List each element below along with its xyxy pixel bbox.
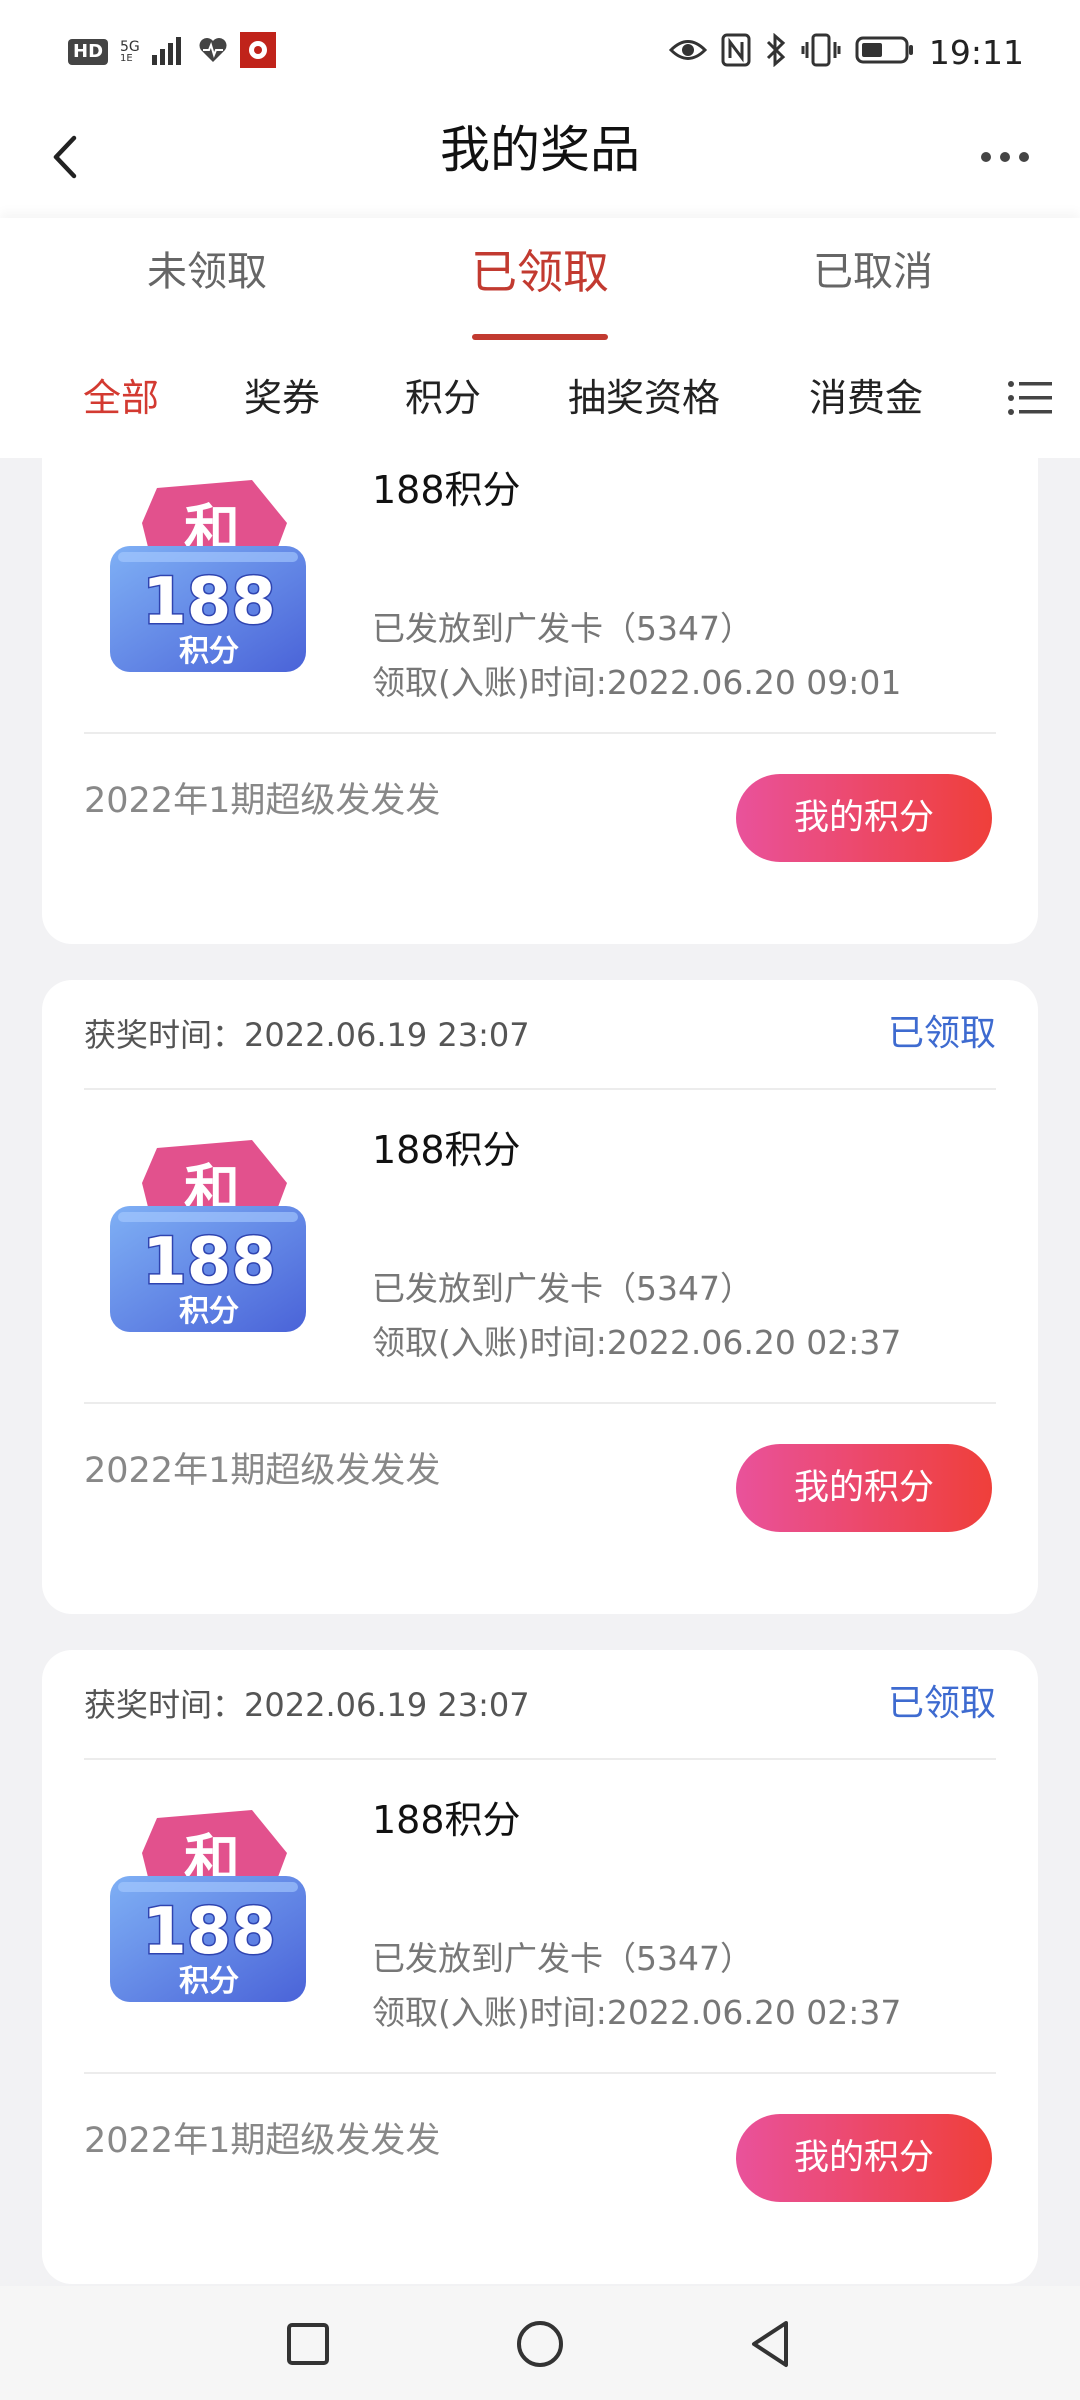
- svg-text:188: 188: [142, 1225, 276, 1299]
- status-bar: HD 5G 1E 19:11: [0, 0, 1080, 100]
- status-time: 19:11: [928, 32, 1024, 72]
- category-points[interactable]: 积分: [405, 368, 481, 428]
- svg-text:188: 188: [142, 565, 276, 639]
- status-tabs: 未领取 已领取 已取消: [0, 218, 1080, 344]
- delivery-info: 已发放到广发卡（5347）: [372, 609, 753, 648]
- claim-status: 已领取: [887, 1683, 996, 1724]
- vibrate-icon: [801, 33, 841, 71]
- svg-text:188: 188: [142, 1895, 276, 1969]
- nfc-icon: [721, 33, 751, 71]
- prize-list[interactable]: 和 188 积分 188积分 已发放到广发卡（5347） 领取(入账)时间:20…: [0, 458, 1080, 2286]
- my-points-button[interactable]: 我的积分: [736, 774, 992, 862]
- system-nav-bar: [0, 2286, 1080, 2400]
- network-sub: 1E: [120, 53, 133, 64]
- system-back-button[interactable]: [740, 2314, 800, 2374]
- prize-card: 和 188 积分 188积分 已发放到广发卡（5347） 领取(入账)时间:20…: [42, 458, 1038, 944]
- more-button[interactable]: [970, 122, 1040, 192]
- category-consumption-fund[interactable]: 消费金: [809, 368, 923, 428]
- heartbeat-icon: [198, 36, 228, 68]
- tab-claimed[interactable]: 已领取: [471, 242, 609, 302]
- status-right: 19:11: [668, 28, 1024, 76]
- campaign-name: 2022年1期超级发发发: [84, 781, 441, 821]
- claim-time: 领取(入账)时间:2022.06.20 02:37: [372, 1993, 902, 2032]
- app-notification-icon: [239, 32, 276, 72]
- list-menu-icon: [1008, 381, 1052, 415]
- points-badge-image: 和 188 积分: [102, 1128, 312, 1348]
- signal-icon: [151, 35, 186, 69]
- points-badge-image: 和 188 积分: [102, 468, 312, 688]
- claim-time: 领取(入账)时间:2022.06.20 02:37: [372, 1323, 902, 1362]
- my-points-button[interactable]: 我的积分: [736, 2114, 992, 2202]
- card-divider: [84, 2072, 996, 2074]
- svg-text:积分: 积分: [179, 634, 239, 669]
- tab-unclaimed[interactable]: 未领取: [147, 242, 267, 302]
- category-tabs: 全部 奖券 积分 抽奖资格 消费金: [0, 344, 1080, 458]
- circle-icon: [517, 2321, 563, 2367]
- category-all[interactable]: 全部: [83, 368, 159, 428]
- card-header: 获奖时间：2022.06.19 23:07 已领取: [84, 980, 996, 1090]
- active-tab-indicator: [472, 334, 608, 340]
- triangle-back-icon: [752, 2321, 788, 2367]
- prize-name: 188积分: [372, 1798, 521, 1842]
- prize-name: 188积分: [372, 1128, 521, 1172]
- campaign-name: 2022年1期超级发发发: [84, 2121, 441, 2161]
- more-dots-icon: [981, 152, 1029, 162]
- win-time: 获奖时间：2022.06.19 23:07: [84, 1686, 530, 1724]
- prize-name: 188积分: [372, 468, 521, 512]
- status-left: HD 5G 1E: [68, 30, 276, 74]
- category-lottery-qualification[interactable]: 抽奖资格: [568, 368, 720, 428]
- eye-icon: [668, 37, 708, 67]
- claim-status: 已领取: [887, 1013, 996, 1054]
- claim-time: 领取(入账)时间:2022.06.20 09:01: [372, 663, 902, 702]
- bluetooth-icon: [765, 32, 787, 71]
- category-coupons[interactable]: 奖券: [244, 368, 320, 428]
- card-divider: [84, 732, 996, 734]
- campaign-name: 2022年1期超级发发发: [84, 1451, 441, 1491]
- page-title: 我的奖品: [440, 121, 640, 179]
- network-label: 5G 1E: [120, 40, 140, 64]
- prize-card: 获奖时间：2022.06.19 23:07 已领取 和 188 积分 188积分: [42, 1650, 1038, 2284]
- network-type: 5G: [120, 39, 140, 55]
- delivery-info: 已发放到广发卡（5347）: [372, 1939, 753, 1978]
- my-points-button[interactable]: 我的积分: [736, 1444, 992, 1532]
- prize-card: 获奖时间：2022.06.19 23:07 已领取 和 188 积分 188积分: [42, 980, 1038, 1614]
- square-icon: [287, 2323, 329, 2365]
- recent-apps-button[interactable]: [278, 2314, 338, 2374]
- category-menu-button[interactable]: [1006, 374, 1054, 422]
- win-time: 获奖时间：2022.06.19 23:07: [84, 1016, 530, 1054]
- card-divider: [84, 1402, 996, 1404]
- home-button[interactable]: [510, 2314, 570, 2374]
- tab-cancelled[interactable]: 已取消: [813, 242, 933, 302]
- card-header: 获奖时间：2022.06.19 23:07 已领取: [84, 1650, 996, 1760]
- hd-badge: HD: [68, 39, 109, 65]
- svg-text:积分: 积分: [179, 1294, 239, 1329]
- points-badge-image: 和 188 积分: [102, 1798, 312, 2018]
- delivery-info: 已发放到广发卡（5347）: [372, 1269, 753, 1308]
- battery-icon: [855, 35, 915, 69]
- nav-bar: 我的奖品: [0, 100, 1080, 218]
- svg-text:积分: 积分: [179, 1964, 239, 1999]
